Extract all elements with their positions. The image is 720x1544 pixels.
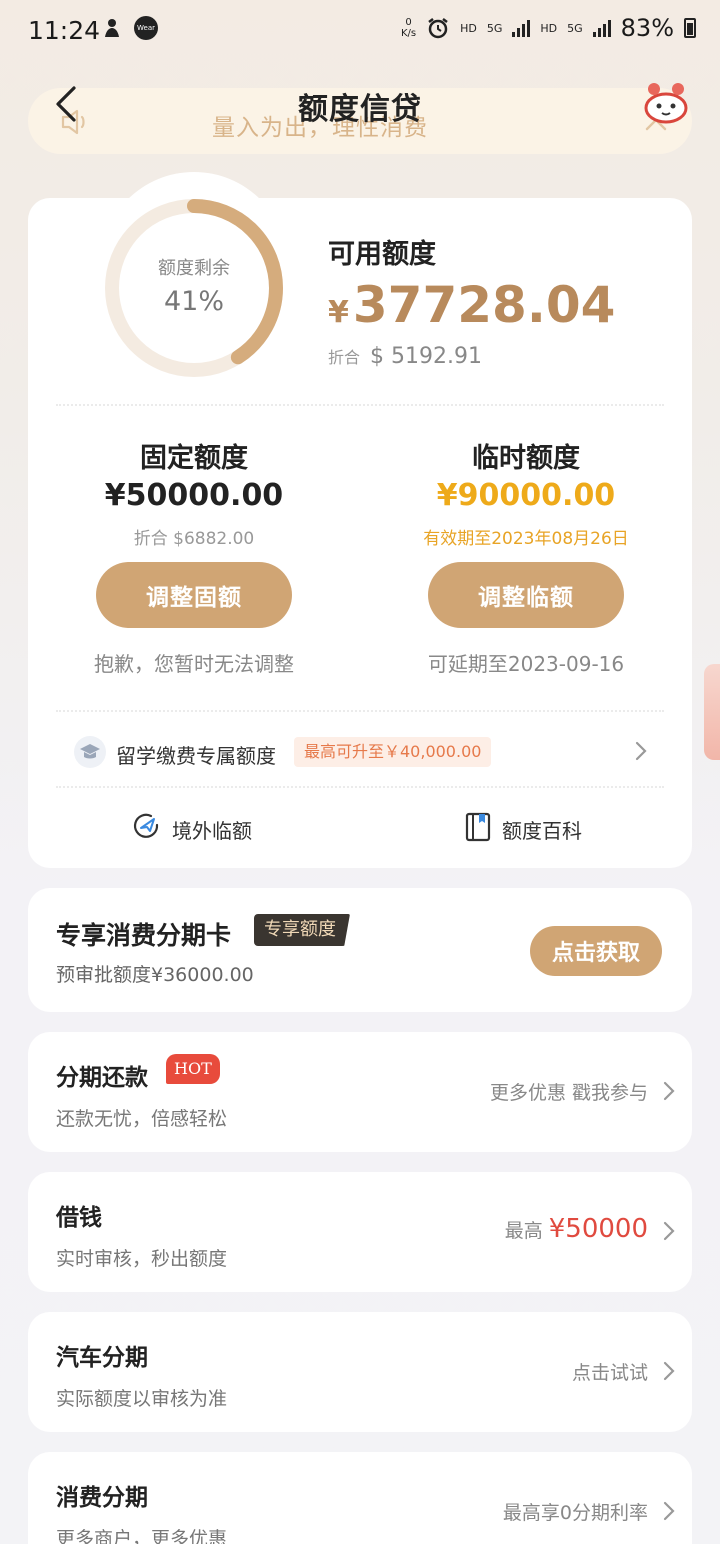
- installment-card-promo: 专享消费分期卡 专享额度 预审批额度¥36000.00 点击获取: [28, 888, 692, 1012]
- chevron-right-icon: [662, 1080, 676, 1106]
- hd-label: HD: [460, 21, 477, 35]
- row-title: 分期还款: [56, 1065, 148, 1091]
- network-type-2: 5G: [567, 21, 583, 35]
- consumer-installment-row[interactable]: 消费分期 更多商户，更多优惠 最高享0分期利率: [28, 1452, 692, 1544]
- battery-icon: [684, 18, 696, 38]
- remaining-ring: 额度剩余 41%: [104, 198, 284, 378]
- promo-title: 专享消费分期卡: [56, 921, 232, 950]
- network-speed: 0 K/s: [400, 17, 417, 39]
- available-usd: 折合 $ 5192.91: [328, 344, 482, 369]
- page-title: 额度信贷: [298, 92, 422, 127]
- temp-amount: ¥90000.00: [436, 478, 616, 513]
- mascot-icon[interactable]: [640, 80, 692, 130]
- row-right-text: 更多优惠 戳我参与: [489, 1082, 648, 1104]
- study-label: 留学缴费专属额度: [116, 744, 276, 768]
- promo-badge: 专享额度: [254, 914, 350, 946]
- get-card-button[interactable]: 点击获取: [530, 926, 662, 976]
- installment-repay-row[interactable]: 分期还款 HOT 还款无忧，倍感轻松 更多优惠 戳我参与: [28, 1032, 692, 1152]
- hot-badge: HOT: [166, 1054, 220, 1084]
- ring-label: 额度剩余: [158, 258, 230, 279]
- row-title: 借钱: [56, 1205, 102, 1231]
- row-title: 汽车分期: [56, 1345, 148, 1371]
- temp-note: 可延期至2023-09-16: [427, 652, 625, 676]
- row-sub: 实时审核，秒出额度: [56, 1248, 228, 1270]
- credit-wiki-button[interactable]: 额度百科: [464, 812, 582, 847]
- study-badge: 最高可升至￥40,000.00: [294, 737, 492, 767]
- fixed-amount: ¥50000.00: [104, 478, 284, 513]
- plane-globe-icon: [132, 812, 162, 847]
- promo-sub: 预审批额度¥36000.00: [56, 964, 254, 986]
- status-time: 11:24: [28, 16, 101, 45]
- row-title: 消费分期: [56, 1485, 148, 1511]
- graduation-cap-icon: [74, 736, 106, 768]
- row-right-text: 最高 ¥50000: [504, 1214, 648, 1244]
- row-sub: 还款无忧，倍感轻松: [56, 1108, 228, 1130]
- row-sub: 实际额度以审核为准: [56, 1388, 228, 1410]
- wear-icon: Wear: [134, 16, 158, 40]
- ring-percent: 41%: [163, 286, 224, 317]
- book-icon: [464, 812, 492, 847]
- fixed-usd: 折合 $6882.00: [133, 529, 255, 549]
- hd-label-2: HD: [540, 21, 558, 35]
- row-right-text: 最高享0分期利率: [502, 1502, 648, 1524]
- chevron-right-icon: [662, 1500, 676, 1526]
- status-bar: 11:24 Wear 0 K/s HD 5G HD 5G 83%: [0, 0, 720, 64]
- chevron-right-icon: [662, 1360, 676, 1386]
- divider: [56, 404, 664, 406]
- app-notification-icon: [100, 16, 124, 40]
- adjust-fixed-button[interactable]: 调整固额: [96, 562, 292, 628]
- signal-icon-2: [592, 19, 611, 37]
- chevron-right-icon: [662, 1220, 676, 1246]
- car-installment-row[interactable]: 汽车分期 实际额度以审核为准 点击试试: [28, 1312, 692, 1432]
- chevron-right-icon: [634, 740, 648, 766]
- available-title: 可用额度: [328, 239, 436, 270]
- available-amount: ¥ 37728.04: [328, 276, 616, 334]
- study-credit-row[interactable]: 留学缴费专属额度 最高可升至￥40,000.00: [28, 724, 692, 782]
- row-sub: 更多商户，更多优惠: [56, 1528, 228, 1544]
- fixed-title: 固定额度: [140, 443, 248, 474]
- overseas-credit-button[interactable]: 境外临额: [132, 812, 252, 847]
- borrow-row[interactable]: 借钱 实时审核，秒出额度 最高 ¥50000: [28, 1172, 692, 1292]
- fixed-note: 抱歉，您暂时无法调整: [94, 652, 294, 676]
- alarm-icon: [426, 16, 450, 40]
- signal-icon: [512, 19, 531, 37]
- network-type: 5G: [486, 21, 503, 35]
- battery-percent: 83%: [620, 14, 674, 42]
- divider: [56, 786, 664, 788]
- temp-title: 临时额度: [472, 443, 580, 474]
- temp-validity: 有效期至2023年08月26日: [423, 529, 629, 549]
- divider: [56, 710, 664, 712]
- floating-side-tab[interactable]: [704, 664, 720, 760]
- adjust-temp-button[interactable]: 调整临额: [428, 562, 624, 628]
- row-right-text: 点击试试: [571, 1362, 648, 1384]
